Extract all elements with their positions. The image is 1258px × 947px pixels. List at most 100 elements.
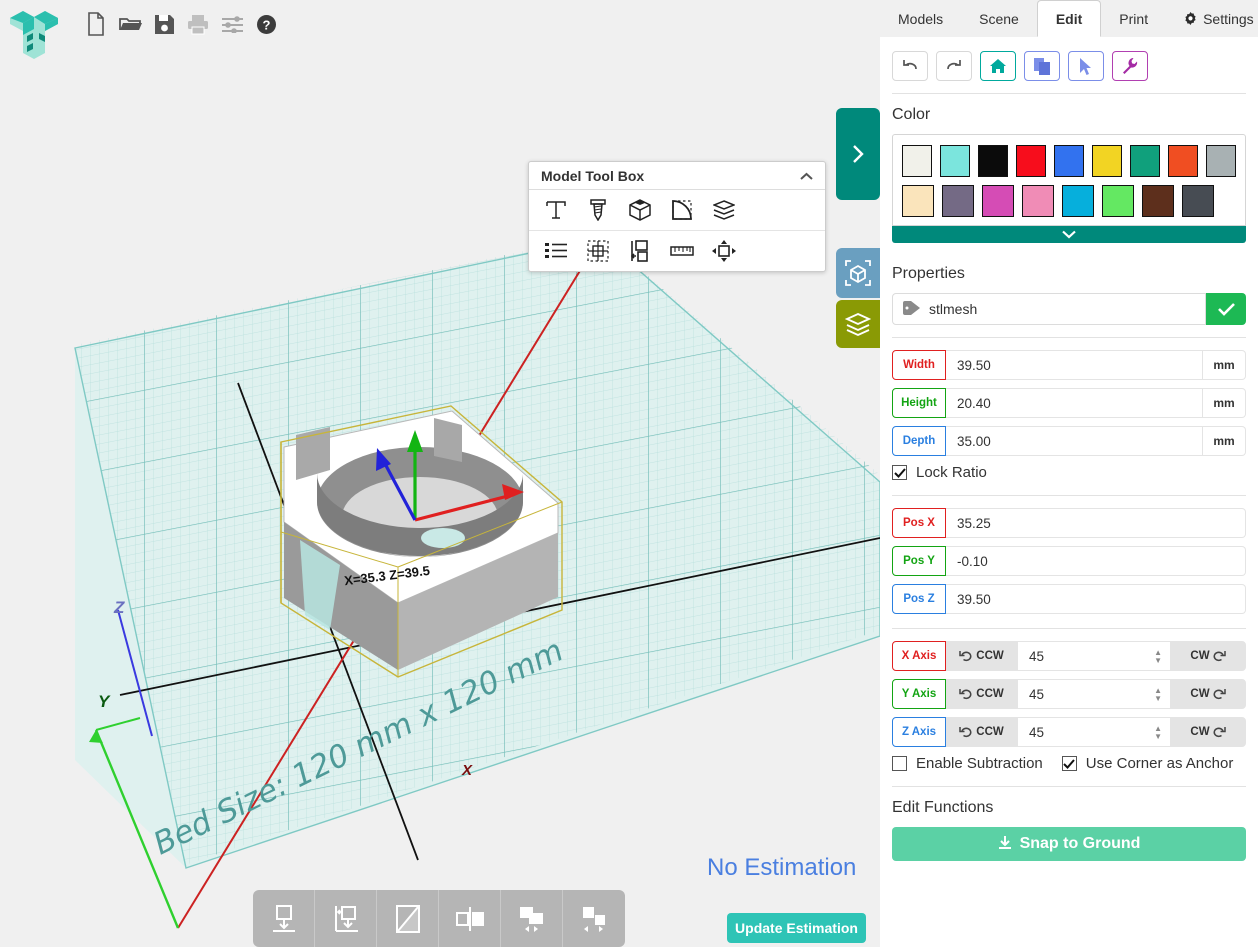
position-label: Pos X (892, 508, 946, 538)
help-icon[interactable]: ? (254, 10, 278, 38)
dimension-label: Height (892, 388, 946, 418)
copy-button[interactable] (1024, 51, 1060, 81)
tab-models[interactable]: Models (880, 0, 962, 37)
rotation-row: X Axis CCW 45 ▲ ▼ CW (892, 641, 1246, 671)
color-swatch[interactable] (902, 145, 932, 177)
open-folder-icon[interactable] (118, 10, 142, 38)
cube-tool-icon[interactable] (627, 197, 653, 223)
chevron-up-icon[interactable] (800, 168, 813, 184)
align-to-bed-icon[interactable] (315, 890, 377, 947)
model-tool-box-row-1 (529, 190, 825, 231)
enable-subtraction-checkbox[interactable] (892, 756, 907, 771)
position-input[interactable]: 35.25 (946, 508, 1246, 538)
select-button[interactable] (1068, 51, 1104, 81)
color-swatch[interactable] (982, 185, 1014, 217)
home-button[interactable] (980, 51, 1016, 81)
color-swatch[interactable] (1142, 185, 1174, 217)
lock-ratio-checkbox[interactable] (892, 465, 907, 480)
dimension-input[interactable]: 20.40 (946, 388, 1203, 418)
text-tool-icon[interactable] (543, 197, 569, 223)
crosshair-box-tool-icon[interactable] (585, 238, 611, 264)
ruler-tool-icon[interactable] (669, 238, 695, 264)
color-swatch[interactable] (1182, 185, 1214, 217)
color-swatch[interactable] (902, 185, 934, 217)
lock-ratio-row[interactable]: Lock Ratio (892, 464, 1246, 481)
ccw-icon (959, 727, 972, 738)
rotation-stepper[interactable]: ▲ ▼ (1154, 686, 1162, 702)
update-estimation-button[interactable]: Update Estimation (727, 913, 866, 943)
rotate-ccw-button[interactable]: CCW (946, 641, 1018, 671)
rotate-ccw-button[interactable]: CCW (946, 717, 1018, 747)
split-diagonal-icon[interactable] (377, 890, 439, 947)
properties-section-title: Properties (892, 265, 965, 282)
dimension-row: Height 20.40 mm (892, 388, 1246, 418)
rotate-cw-button[interactable]: CW (1170, 717, 1246, 747)
color-swatch[interactable] (1016, 145, 1046, 177)
3d-viewport[interactable]: Bed Size: 120 mm x 120 mm X=35.3 Z=39.5 … (0, 70, 880, 947)
curve-tool-icon[interactable] (669, 197, 695, 223)
color-palette-expand-button[interactable] (892, 226, 1246, 243)
drop-to-bed-icon[interactable] (253, 890, 315, 947)
color-swatch[interactable] (1102, 185, 1134, 217)
dimension-input[interactable]: 39.50 (946, 350, 1203, 380)
file-toolbar: ? (84, 10, 278, 38)
color-swatch[interactable] (940, 145, 970, 177)
view-3d-tab[interactable] (836, 248, 880, 298)
move-box-tool-icon[interactable] (711, 238, 737, 264)
align-tool-icon[interactable] (627, 238, 653, 264)
view-layers-tab[interactable] (836, 300, 880, 348)
rotate-cw-button[interactable]: CW (1170, 641, 1246, 671)
color-swatch[interactable] (1130, 145, 1160, 177)
layers-tool-icon[interactable] (711, 197, 737, 223)
rotation-input[interactable]: 45 ▲ ▼ (1018, 717, 1170, 747)
snap-to-ground-button[interactable]: Snap to Ground (892, 827, 1246, 861)
dimension-row: Width 39.50 mm (892, 350, 1246, 380)
confirm-name-button[interactable] (1206, 293, 1246, 325)
merge-together-icon[interactable] (501, 890, 563, 947)
dimension-label: Width (892, 350, 946, 380)
model-name-row: stlmesh (892, 293, 1246, 325)
save-icon[interactable] (152, 10, 176, 38)
color-swatch[interactable] (1206, 145, 1236, 177)
ccw-icon (959, 651, 972, 662)
screw-tool-icon[interactable] (585, 197, 611, 223)
tab-settings[interactable]: Settings (1166, 0, 1258, 37)
model-name-field[interactable]: stlmesh (892, 293, 1206, 325)
color-swatch[interactable] (1054, 145, 1084, 177)
color-swatch[interactable] (1168, 145, 1198, 177)
collapse-panel-tab[interactable] (836, 108, 880, 200)
list-tool-icon[interactable] (543, 238, 569, 264)
svg-text:?: ? (262, 17, 270, 32)
rotation-stepper[interactable]: ▲ ▼ (1154, 648, 1162, 664)
chevron-right-icon (853, 145, 864, 163)
redo-button[interactable] (936, 51, 972, 81)
color-swatch[interactable] (1022, 185, 1054, 217)
color-swatch[interactable] (1062, 185, 1094, 217)
rotation-input[interactable]: 45 ▲ ▼ (1018, 679, 1170, 709)
print-icon[interactable] (186, 10, 210, 38)
tab-scene[interactable]: Scene (961, 0, 1037, 37)
mirror-icon[interactable] (439, 890, 501, 947)
model-tool-box-header[interactable]: Model Tool Box (529, 162, 825, 190)
rotate-ccw-button[interactable]: CCW (946, 679, 1018, 709)
undo-button[interactable] (892, 51, 928, 81)
tab-edit[interactable]: Edit (1036, 0, 1102, 37)
new-file-icon[interactable] (84, 10, 108, 38)
rotation-input[interactable]: 45 ▲ ▼ (1018, 641, 1170, 671)
use-corner-checkbox[interactable] (1061, 756, 1077, 771)
tab-print[interactable]: Print (1101, 0, 1167, 37)
color-swatch[interactable] (978, 145, 1008, 177)
rotate-cw-button[interactable]: CW (1170, 679, 1246, 709)
tools-button[interactable] (1112, 51, 1148, 81)
use-corner-label: Use Corner as Anchor (1085, 755, 1234, 772)
tab-edit-label: Edit (1055, 10, 1083, 27)
spread-apart-icon[interactable] (563, 890, 625, 947)
position-input[interactable]: 39.50 (946, 584, 1246, 614)
color-swatch[interactable] (942, 185, 974, 217)
color-swatch[interactable] (1092, 145, 1122, 177)
position-input[interactable]: -0.10 (946, 546, 1246, 576)
sliders-icon[interactable] (220, 10, 244, 38)
dimension-input[interactable]: 35.00 (946, 426, 1203, 456)
color-palette (892, 134, 1246, 226)
rotation-stepper[interactable]: ▲ ▼ (1154, 724, 1162, 740)
